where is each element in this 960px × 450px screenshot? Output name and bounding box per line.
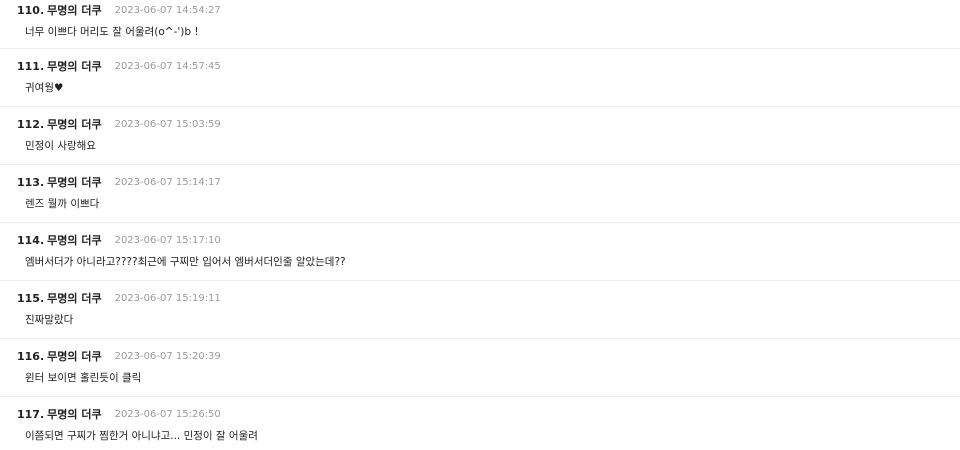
comment-timestamp: 2023-06-07 15:26:50 [114,408,221,420]
comment-number: 116. [17,349,45,363]
comment-timestamp: 2023-06-07 14:54:27 [114,4,221,16]
comment-timestamp: 2023-06-07 15:19:11 [114,292,221,304]
comment-item: 112. 무명의 더쿠 2023-06-07 15:03:59 민정이 사랑해요 [0,107,960,165]
comment-timestamp: 2023-06-07 15:03:59 [114,118,221,130]
comment-text: 귀여웡♥ [25,82,64,94]
comment-author[interactable]: 무명의 더쿠 [47,2,101,18]
comment-timestamp: 2023-06-07 15:20:39 [114,350,221,362]
comment-author[interactable]: 무명의 더쿠 [47,116,101,132]
comment-author[interactable]: 무명의 더쿠 [47,58,101,74]
comment-meta: 116. 무명의 더쿠 2023-06-07 15:20:39 [17,346,221,366]
comment-timestamp: 2023-06-07 14:57:45 [114,60,221,72]
comment-meta: 113. 무명의 더쿠 2023-06-07 15:14:17 [17,172,221,192]
comment-number: 111. [17,59,45,73]
comment-item: 111. 무명의 더쿠 2023-06-07 14:57:45 귀여웡♥ [0,49,960,107]
comment-item: 110. 무명의 더쿠 2023-06-07 14:54:27 너무 이쁘다 머… [0,0,960,49]
comment-number: 113. [17,175,45,189]
comment-text: 엠버서더가 아니라고????최근에 구찌만 입어서 엠버서더인줄 알았는데?? [25,256,346,268]
comment-item: 116. 무명의 더쿠 2023-06-07 15:20:39 윈터 보이면 홀… [0,339,960,397]
comment-author[interactable]: 무명의 더쿠 [47,290,101,306]
comment-timestamp: 2023-06-07 15:17:10 [114,234,221,246]
comment-number: 110. [17,3,45,17]
comment-meta: 110. 무명의 더쿠 2023-06-07 14:54:27 [17,0,221,20]
comment-number: 114. [17,233,45,247]
comment-text: 이쯤되면 구찌가 찜한거 아니냐고... 민정이 잘 어울려 [25,430,258,442]
comment-author[interactable]: 무명의 더쿠 [47,348,101,364]
comment-item: 115. 무명의 더쿠 2023-06-07 15:19:11 진짜말랐다 [0,281,960,339]
comment-meta: 112. 무명의 더쿠 2023-06-07 15:03:59 [17,114,221,134]
comment-meta: 117. 무명의 더쿠 2023-06-07 15:26:50 [17,404,221,424]
comment-item: 114. 무명의 더쿠 2023-06-07 15:17:10 엠버서더가 아니… [0,223,960,281]
comment-text: 민정이 사랑해요 [25,140,96,152]
comment-author[interactable]: 무명의 더쿠 [47,406,101,422]
comment-list: 110. 무명의 더쿠 2023-06-07 14:54:27 너무 이쁘다 머… [0,0,960,450]
comment-text: 렌즈 뭘까 이쁘다 [25,198,100,210]
comment-number: 112. [17,117,45,131]
comment-meta: 115. 무명의 더쿠 2023-06-07 15:19:11 [17,288,221,308]
comment-meta: 111. 무명의 더쿠 2023-06-07 14:57:45 [17,56,221,76]
comment-item: 117. 무명의 더쿠 2023-06-07 15:26:50 이쯤되면 구찌가… [0,397,960,450]
comment-meta: 114. 무명의 더쿠 2023-06-07 15:17:10 [17,230,221,250]
comment-timestamp: 2023-06-07 15:14:17 [114,176,221,188]
comment-item: 113. 무명의 더쿠 2023-06-07 15:14:17 렌즈 뭘까 이쁘… [0,165,960,223]
comment-author[interactable]: 무명의 더쿠 [47,174,101,190]
comment-text: 너무 이쁘다 머리도 잘 어울려(o^-')b ! [25,26,199,38]
comment-number: 117. [17,407,45,421]
comment-text: 윈터 보이면 홀린듯이 클릭 [25,372,142,384]
comment-text: 진짜말랐다 [25,314,74,326]
comment-author[interactable]: 무명의 더쿠 [47,232,101,248]
comment-number: 115. [17,291,45,305]
